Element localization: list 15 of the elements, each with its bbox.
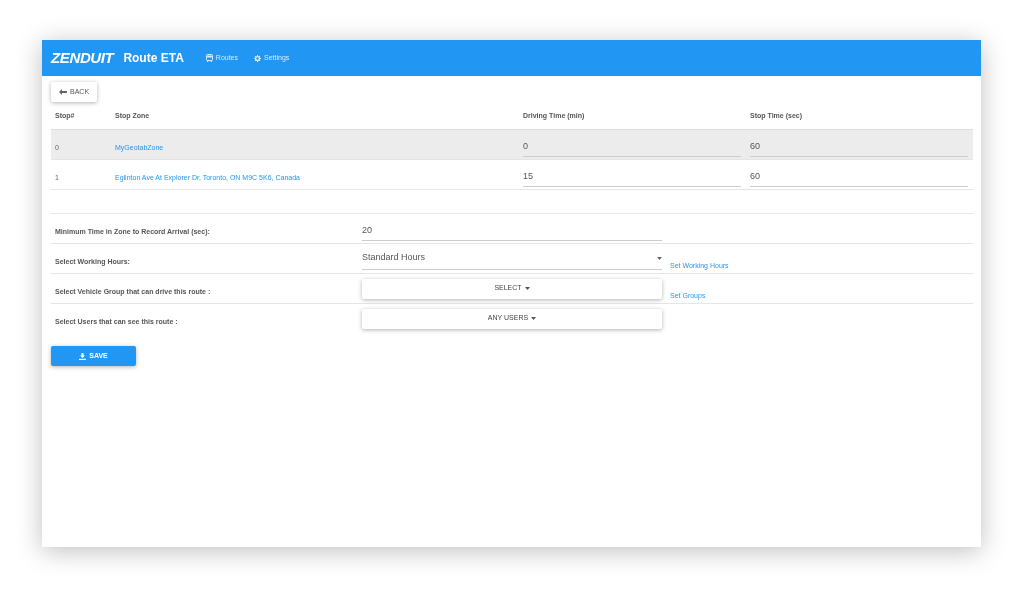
number-field[interactable]: 60	[750, 166, 968, 187]
logo: ZENDUIT	[51, 47, 114, 68]
app-title: Route ETA	[123, 50, 184, 67]
caret-icon	[657, 256, 662, 260]
caret-icon	[531, 317, 537, 320]
number-field[interactable]: 15	[523, 166, 741, 187]
number-field[interactable]: 60	[750, 136, 968, 157]
settings-icon	[254, 54, 261, 62]
number-field[interactable]: 20	[362, 219, 662, 242]
download-icon	[79, 352, 87, 360]
caret-icon	[524, 287, 530, 290]
bus-icon	[205, 54, 213, 62]
number-field[interactable]: 0	[523, 136, 741, 157]
dropdown-field[interactable]: Standard Hours	[362, 247, 662, 270]
arrow-left-icon	[59, 89, 67, 95]
